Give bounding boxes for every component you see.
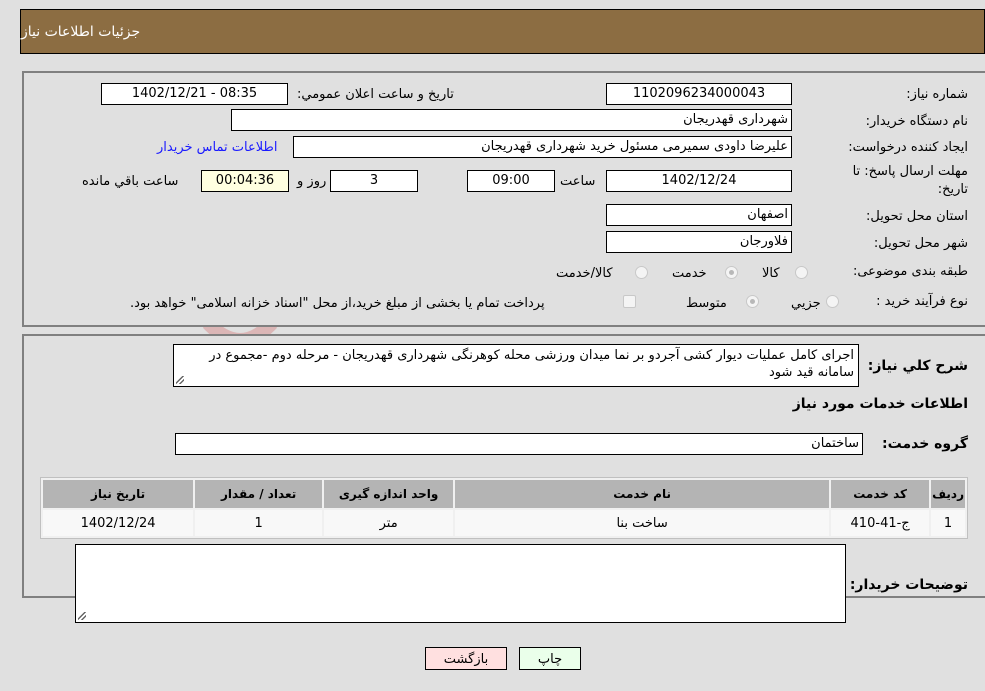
buyer-notes-label: توضيحات خريدار:: [849, 577, 968, 593]
deadline-label-line1: مهلت ارسال پاسخ: تا: [852, 164, 968, 179]
purchase-type-minor-label: جزيي: [791, 296, 821, 311]
description-label: شرح كلي نياز:: [867, 358, 968, 374]
category-service-radio[interactable]: [725, 266, 738, 279]
cell-unit: متر: [324, 510, 454, 536]
cell-service-name: ساخت بنا: [455, 510, 830, 536]
deadline-time-label: ساعت: [560, 174, 596, 189]
time-remaining-field: 00:04:36: [201, 170, 289, 192]
col-service-code: كد خدمت: [831, 480, 930, 508]
col-row-number: رديف: [931, 480, 965, 508]
deadline-label-line2: تاريخ:: [937, 182, 968, 197]
city-label: شهر محل تحويل:: [873, 236, 968, 251]
treasury-checkbox[interactable]: [623, 295, 636, 308]
requester-label: ايجاد كننده درخواست:: [848, 140, 968, 155]
province-label: استان محل تحويل:: [866, 209, 968, 224]
time-remaining-label: ساعت باقي مانده: [82, 174, 179, 189]
announce-datetime-field: 1402/12/21 - 08:35: [101, 83, 288, 105]
treasury-checkbox-label: پرداخت تمام یا بخشی از مبلغ خرید،از محل …: [130, 296, 545, 311]
announce-datetime-label: تاريخ و ساعت اعلان عمومي:: [297, 87, 454, 102]
print-button[interactable]: چاپ: [519, 647, 581, 670]
category-goods-service-radio[interactable]: [635, 266, 648, 279]
cell-quantity: 1: [195, 510, 323, 536]
table-row: 1 ج-41-410 ساخت بنا متر 1 1402/12/24: [43, 510, 965, 536]
deadline-time-field: 09:00: [467, 170, 555, 192]
days-remaining-field: 3: [330, 170, 418, 192]
cell-service-code: ج-41-410: [831, 510, 930, 536]
category-goods-service-label: كالا/خدمت: [556, 266, 613, 281]
service-group-label: گروه خدمت:: [882, 436, 968, 452]
purchase-type-label: نوع فرآيند خريد :: [876, 294, 968, 309]
requester-field: علیرضا داودی سمیرمی مسئول خرید شهرداری ق…: [293, 136, 792, 158]
purchase-type-medium-radio[interactable]: [746, 295, 759, 308]
description-text: اجرای کامل عملیات دیوار کشی آجردو بر نما…: [209, 348, 854, 380]
buyer-notes-textarea[interactable]: [75, 544, 846, 623]
table-header-row: رديف كد خدمت نام خدمت واحد اندازه گيری ت…: [43, 480, 965, 508]
category-service-label: خدمت: [672, 266, 707, 281]
need-number-label: شماره نیاز:: [906, 87, 968, 102]
back-button[interactable]: بازگشت: [425, 647, 507, 670]
buyer-org-label: نام دستگاه خريدار:: [865, 114, 968, 129]
page-header: جزئیات اطلاعات نیاز: [20, 9, 985, 54]
cell-row-number: 1: [931, 510, 965, 536]
service-group-field: ساختمان: [175, 433, 863, 455]
col-service-name: نام خدمت: [455, 480, 830, 508]
services-table: رديف كد خدمت نام خدمت واحد اندازه گيری ت…: [40, 477, 968, 539]
city-field: فلاورجان: [606, 231, 792, 253]
description-textarea[interactable]: اجرای کامل عملیات دیوار کشی آجردو بر نما…: [173, 344, 859, 387]
col-quantity: تعداد / مقدار: [195, 480, 323, 508]
page-title: جزئیات اطلاعات نیاز: [21, 23, 141, 40]
services-heading: اطلاعات خدمات مورد نياز: [792, 396, 968, 412]
col-unit: واحد اندازه گيری: [324, 480, 454, 508]
cell-need-date: 1402/12/24: [43, 510, 194, 536]
deadline-date-field: 1402/12/24: [606, 170, 792, 192]
days-label: روز و: [297, 174, 327, 189]
purchase-type-minor-radio[interactable]: [826, 295, 839, 308]
category-goods-label: كالا: [762, 266, 780, 281]
buyer-org-field: شهرداری قهدریجان: [231, 109, 792, 131]
province-field: اصفهان: [606, 204, 792, 226]
resize-grip-icon[interactable]: [176, 376, 184, 384]
category-label: طبقه بندی موضوعی:: [852, 264, 968, 279]
category-goods-radio[interactable]: [795, 266, 808, 279]
buyer-contact-link[interactable]: اطلاعات تماس خريدار: [157, 140, 277, 155]
need-number-field: 1102096234000043: [606, 83, 792, 105]
purchase-type-medium-label: متوسط: [686, 296, 727, 311]
col-need-date: تاريخ نياز: [43, 480, 194, 508]
resize-grip-icon[interactable]: [78, 612, 86, 620]
